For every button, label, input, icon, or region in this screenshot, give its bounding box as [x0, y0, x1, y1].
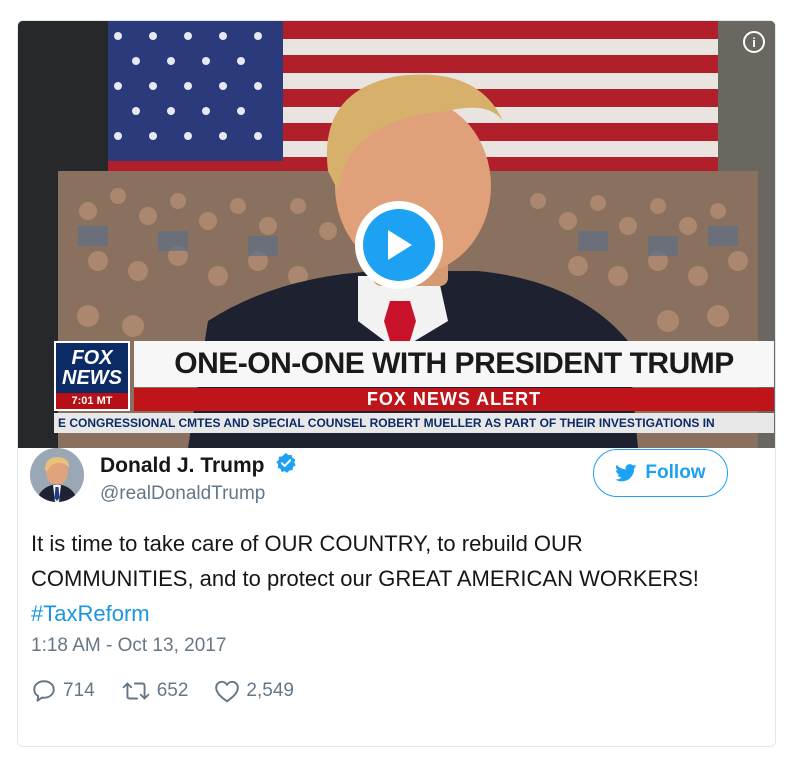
chyron-ticker: E CONGRESSIONAL CMTES AND SPECIAL COUNSE… — [54, 413, 774, 433]
reply-button[interactable]: 714 — [31, 678, 95, 704]
hashtag-link[interactable]: #TaxReform — [31, 601, 150, 626]
chyron-headline: ONE-ON-ONE WITH PRESIDENT TRUMP — [134, 341, 774, 387]
chyron-time: 7:01 MT — [56, 393, 128, 409]
reply-icon — [33, 680, 55, 702]
like-count: 2,549 — [246, 680, 294, 701]
avatar-image — [30, 448, 84, 502]
heart-icon — [215, 680, 240, 703]
tweet-timestamp[interactable]: 1:18 AM - Oct 13, 2017 — [31, 635, 226, 657]
tweet-text: It is time to take care of OUR COUNTRY, … — [31, 526, 721, 631]
logo-line-1: FOX — [71, 347, 113, 369]
retweet-count: 652 — [156, 680, 189, 701]
logo-line-2: NEWS — [62, 367, 122, 389]
follow-button[interactable]: Follow — [593, 449, 728, 497]
author-handle[interactable]: @realDonaldTrump — [100, 483, 297, 505]
retweet-button[interactable]: 652 — [121, 678, 189, 704]
author-block: Donald J. Trump @realDonaldTrump — [100, 452, 297, 505]
news-chyron: FOX NEWS 7:01 MT ONE-ON-ONE WITH PRESIDE… — [54, 341, 774, 433]
follow-label: Follow — [645, 462, 706, 483]
verified-badge-icon — [275, 452, 297, 479]
tweet-actions: 714 652 2,549 — [31, 678, 320, 704]
fox-news-logo: FOX NEWS 7:01 MT — [54, 341, 130, 411]
play-button[interactable] — [355, 201, 443, 289]
avatar[interactable] — [30, 448, 84, 502]
chyron-alert: FOX NEWS ALERT — [134, 388, 774, 411]
info-icon[interactable]: i — [743, 31, 765, 53]
like-button[interactable]: 2,549 — [214, 679, 294, 703]
reply-count: 714 — [63, 680, 95, 701]
play-icon — [363, 209, 435, 281]
author-name[interactable]: Donald J. Trump — [100, 454, 265, 478]
twitter-bird-icon — [615, 464, 637, 482]
retweet-icon — [122, 682, 149, 700]
video-player[interactable]: i FOX NEWS 7:01 MT ONE-ON-ONE WITH PRESI… — [18, 21, 775, 448]
tweet-body: It is time to take care of OUR COUNTRY, … — [31, 531, 699, 591]
